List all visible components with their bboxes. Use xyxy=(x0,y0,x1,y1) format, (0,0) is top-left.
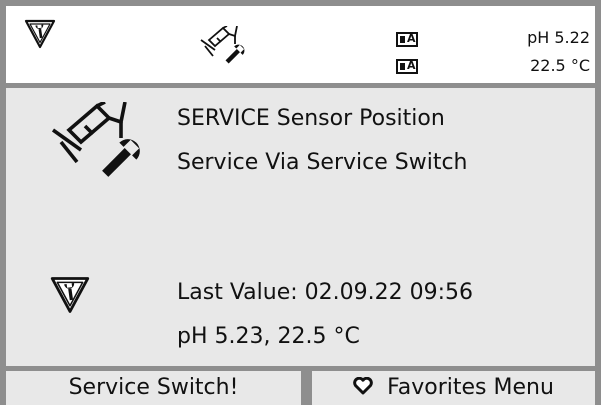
sensor-a-badge-icon: A xyxy=(396,59,418,74)
sensor-a-badge-icon: A xyxy=(396,32,418,47)
softkey-bar: Service Switch! Favorites Menu xyxy=(0,367,601,405)
favorites-menu-softkey-label: Favorites Menu xyxy=(387,375,554,400)
message-panel: SERVICE Sensor Position Service Via Serv… xyxy=(6,88,595,366)
service-wrench-triangle-icon xyxy=(50,277,90,313)
header-temperature-value: 22.5 °C xyxy=(530,56,590,75)
device-display: A A pH 5.22 22.5 °C SERVICE Sensor Posit… xyxy=(0,0,601,405)
favorites-menu-softkey[interactable]: Favorites Menu xyxy=(312,371,595,405)
service-title: SERVICE Sensor Position xyxy=(177,106,445,131)
header-ph-value: pH 5.22 xyxy=(527,28,590,47)
heart-icon xyxy=(353,377,373,395)
service-subtitle: Service Via Service Switch xyxy=(177,150,468,175)
service-switch-softkey-label: Service Switch! xyxy=(68,375,239,400)
sensor-service-icon xyxy=(200,26,245,64)
last-value-timestamp: Last Value: 02.09.22 09:56 xyxy=(177,280,474,305)
badge-block xyxy=(400,63,405,70)
badge-letter: A xyxy=(407,59,416,72)
last-value-reading: pH 5.23, 22.5 °C xyxy=(177,324,360,349)
service-wrench-triangle-icon xyxy=(24,19,56,49)
badge-block xyxy=(400,36,405,43)
service-switch-softkey[interactable]: Service Switch! xyxy=(6,371,301,405)
badge-letter: A xyxy=(407,32,416,45)
sensor-service-icon xyxy=(51,102,140,177)
status-header: A A pH 5.22 22.5 °C xyxy=(6,6,595,83)
